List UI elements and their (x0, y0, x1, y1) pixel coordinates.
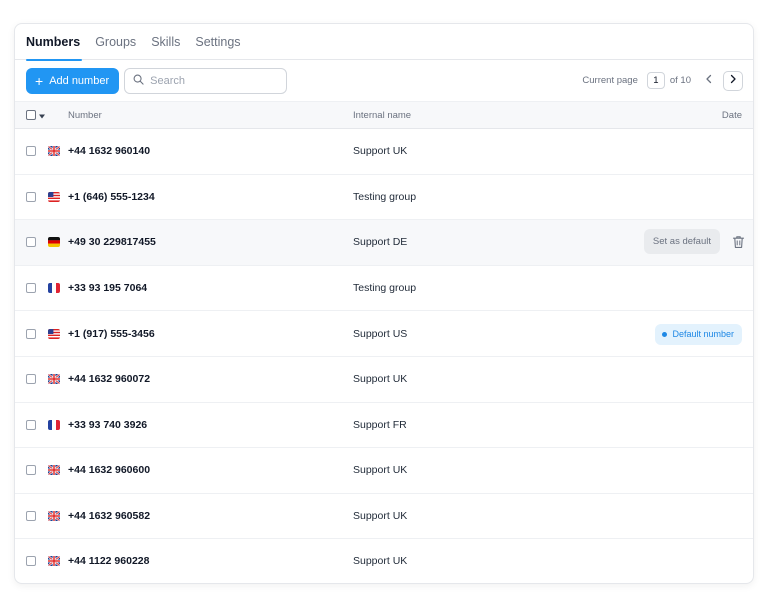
search-box[interactable] (124, 67, 288, 94)
table-row[interactable]: +44 1632 960140 Support UK (15, 129, 753, 175)
row-checkbox[interactable] (26, 328, 36, 339)
table-row[interactable]: +44 1632 960600 Support UK (15, 448, 753, 494)
phone-number: +44 1632 960140 (68, 145, 151, 158)
add-number-button[interactable]: + Add number (26, 67, 120, 94)
table-row[interactable]: +1 (646) 555-1234 Testing group (15, 175, 753, 221)
caret-down-icon[interactable] (39, 111, 45, 122)
phone-number: +44 1632 960582 (68, 510, 151, 523)
set-as-default-button[interactable]: Set as default (643, 229, 720, 255)
uk-flag-icon (48, 556, 60, 567)
table-header: Number Internal name Date (15, 102, 753, 129)
default-number-label: Default number (672, 329, 734, 340)
current-page-input[interactable]: 1 (646, 72, 665, 89)
uk-flag-icon (48, 374, 60, 385)
us-flag-icon (48, 328, 60, 339)
pagination: Current page 1 of 10 (582, 70, 743, 91)
fr-flag-icon (48, 419, 60, 430)
table-row[interactable]: +1 (917) 555-3456 Support US Default num… (15, 311, 753, 357)
phone-number: +33 93 195 7064 (68, 282, 148, 295)
phone-number: +49 30 229817455 (68, 236, 156, 249)
tab-bar: Numbers Groups Skills Settings (15, 24, 753, 61)
toolbar: + Add number Current page 1 of 10 (15, 60, 753, 102)
select-all-checkbox[interactable] (26, 110, 36, 120)
phone-number: +1 (917) 555-3456 (68, 327, 155, 340)
table-row[interactable]: +49 30 229817455 Support DE Set as defau… (15, 220, 753, 266)
phone-number: +44 1632 960072 (68, 373, 151, 386)
uk-flag-icon (48, 146, 60, 157)
row-checkbox[interactable] (26, 283, 36, 294)
row-checkbox[interactable] (26, 465, 36, 476)
internal-name: Support UK (353, 555, 408, 568)
chevron-left-icon (705, 74, 713, 87)
current-page-label: Current page (582, 75, 638, 86)
default-number-badge: Default number (655, 323, 742, 345)
internal-name: Support US (353, 327, 408, 340)
phone-number: +44 1122 960228 (68, 555, 150, 568)
add-number-label: Add number (49, 74, 110, 87)
tab-numbers[interactable]: Numbers (26, 24, 83, 61)
internal-name: Support UK (353, 373, 408, 386)
phone-number: +1 (646) 555-1234 (68, 190, 155, 203)
tab-groups[interactable]: Groups (95, 24, 136, 60)
tab-skills[interactable]: Skills (151, 24, 180, 60)
row-checkbox[interactable] (26, 374, 36, 385)
search-input[interactable] (150, 74, 271, 87)
table-row[interactable]: +44 1632 960582 Support UK (15, 494, 753, 540)
chevron-right-icon (729, 74, 737, 87)
status-dot-icon (662, 331, 668, 337)
row-checkbox[interactable] (26, 511, 36, 522)
column-header-date[interactable]: Date (722, 110, 742, 121)
row-checkbox[interactable] (26, 146, 36, 157)
table-row[interactable]: +44 1122 960228 Support UK (15, 539, 753, 583)
trash-icon[interactable] (732, 235, 745, 252)
row-checkbox[interactable] (26, 556, 36, 567)
internal-name: Support FR (353, 418, 407, 431)
phone-number: +33 93 740 3926 (68, 418, 148, 431)
column-header-number[interactable]: Number (68, 110, 102, 121)
column-header-internal-name[interactable]: Internal name (353, 110, 411, 121)
table-row[interactable]: +33 93 195 7064 Testing group (15, 266, 753, 312)
de-flag-icon (48, 237, 60, 248)
internal-name: Support UK (353, 510, 408, 523)
plus-icon: + (35, 72, 44, 89)
internal-name: Testing group (353, 282, 417, 295)
numbers-panel: Numbers Groups Skills Settings + Add num… (14, 23, 754, 584)
table-row[interactable]: +44 1632 960072 Support UK (15, 357, 753, 403)
phone-number: +44 1632 960600 (68, 464, 151, 477)
row-checkbox[interactable] (26, 237, 36, 248)
internal-name: Support UK (353, 145, 408, 158)
row-checkbox[interactable] (26, 191, 36, 202)
row-checkbox[interactable] (26, 419, 36, 430)
prev-page-button[interactable] (699, 71, 719, 91)
table-row[interactable]: +33 93 740 3926 Support FR (15, 403, 753, 449)
us-flag-icon (48, 191, 60, 202)
tab-settings[interactable]: Settings (195, 24, 240, 60)
fr-flag-icon (48, 283, 60, 294)
uk-flag-icon (48, 465, 60, 476)
internal-name: Testing group (353, 190, 417, 203)
total-pages-label: of 10 (669, 75, 691, 86)
internal-name: Support UK (353, 464, 408, 477)
table-body: +44 1632 960140 Support UK +1 (646) 555-… (15, 129, 753, 583)
internal-name: Support DE (353, 236, 408, 249)
uk-flag-icon (48, 511, 60, 522)
search-icon (133, 72, 144, 90)
next-page-button[interactable] (723, 70, 743, 91)
